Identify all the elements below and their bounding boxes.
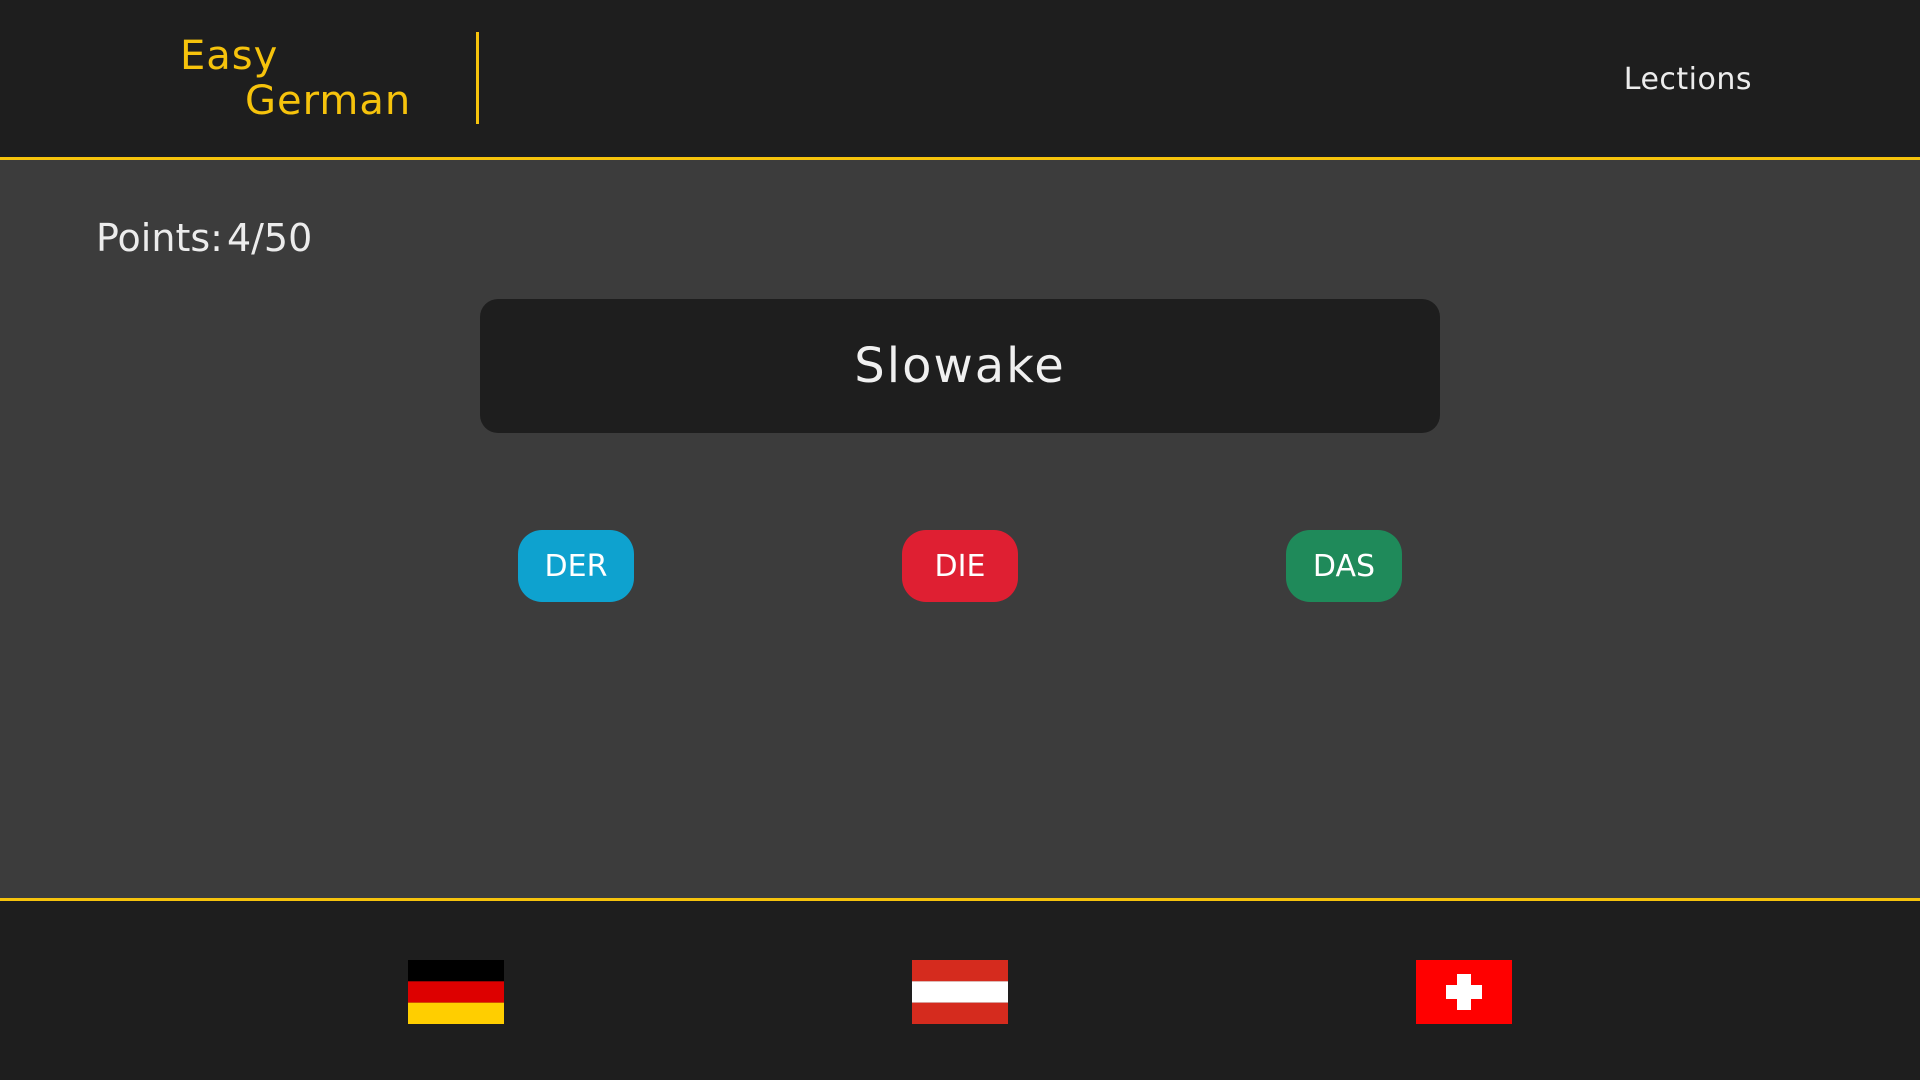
points-value: 4/50	[226, 216, 313, 260]
app-logo[interactable]: Easy German	[180, 34, 411, 124]
nav-lections-link[interactable]: Lections	[1624, 62, 1752, 97]
die-button[interactable]: DIE	[902, 530, 1018, 602]
das-button[interactable]: DAS	[1286, 530, 1402, 602]
quiz-area: Points: 4/50 Slowake DER DIE DAS	[0, 160, 1920, 898]
germany-flag-icon[interactable]	[408, 960, 504, 1024]
word-card: Slowake	[480, 299, 1440, 433]
points-display: Points: 4/50	[96, 216, 312, 260]
top-header: Easy German Lections	[0, 0, 1920, 160]
switzerland-flag-icon[interactable]	[1416, 960, 1512, 1024]
app-root: Easy German Lections Points: 4/50 Slowake…	[0, 0, 1920, 1080]
der-button[interactable]: DER	[518, 530, 634, 602]
points-label: Points:	[96, 216, 223, 260]
bottom-footer	[0, 898, 1920, 1080]
logo-line-easy: Easy	[180, 33, 279, 79]
austria-flag-icon[interactable]	[912, 960, 1008, 1024]
logo-line-german: German	[245, 78, 412, 124]
quiz-word: Slowake	[854, 338, 1066, 394]
logo-divider	[476, 32, 479, 124]
